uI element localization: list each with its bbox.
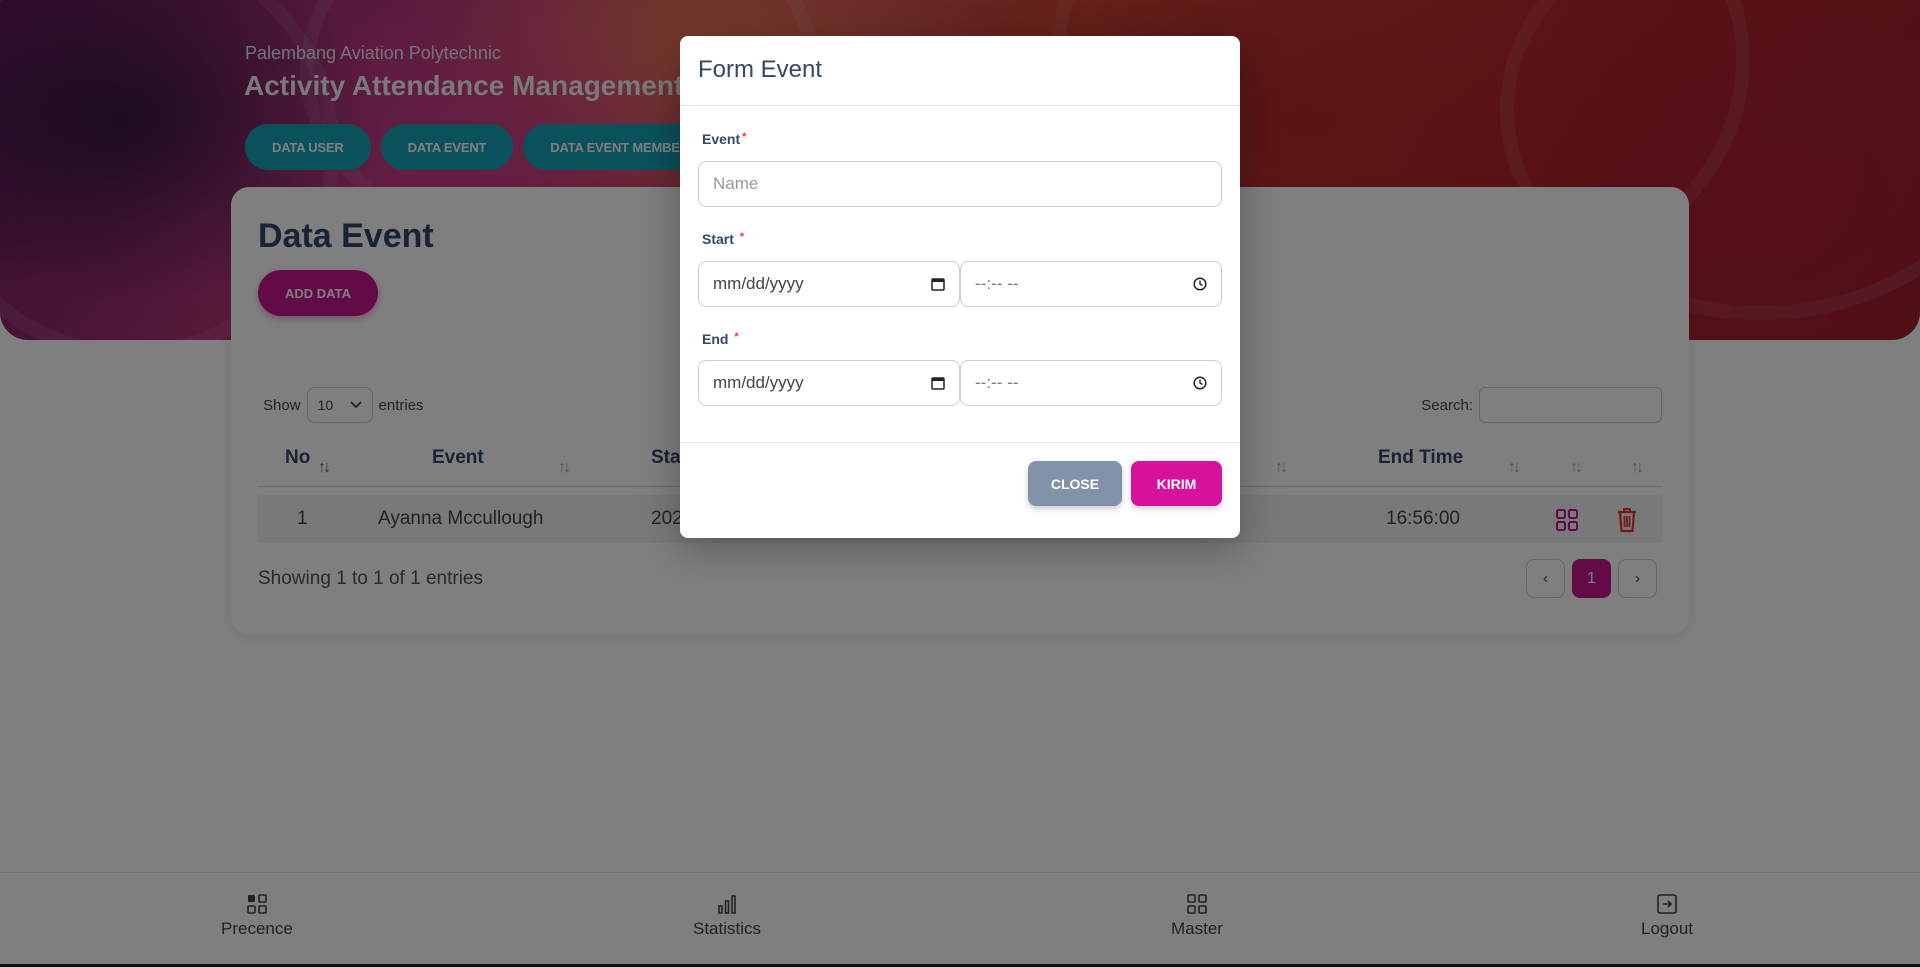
calendar-icon[interactable] [931, 277, 945, 291]
form-event-modal: Form Event Event * Name Start * mm/dd/yyy… [680, 36, 1240, 538]
start-time-input[interactable]: --:-- -- [960, 261, 1222, 307]
start-label-text: Start [702, 231, 734, 247]
start-time-placeholder: --:-- -- [975, 274, 1019, 293]
submit-button[interactable]: KIRIM [1131, 461, 1222, 506]
end-label: End * [702, 331, 739, 347]
event-label: Event * [702, 131, 746, 147]
clock-icon[interactable] [1193, 277, 1207, 291]
calendar-icon[interactable] [931, 376, 945, 390]
event-name-input[interactable]: Name [698, 161, 1222, 207]
end-time-placeholder: --:-- -- [975, 373, 1019, 392]
end-label-text: End [702, 331, 729, 347]
required-mark: * [734, 331, 739, 343]
clock-icon[interactable] [1193, 376, 1207, 390]
close-button[interactable]: CLOSE [1028, 461, 1122, 506]
end-time-input[interactable]: --:-- -- [960, 360, 1222, 406]
start-date-input[interactable]: mm/dd/yyyy [698, 261, 960, 307]
event-label-text: Event [702, 131, 741, 147]
end-date-input[interactable]: mm/dd/yyyy [698, 360, 960, 406]
modal-title: Form Event [698, 56, 823, 83]
end-date-placeholder: mm/dd/yyyy [713, 373, 804, 392]
required-mark: * [742, 131, 747, 143]
start-date-placeholder: mm/dd/yyyy [713, 274, 804, 293]
start-label: Start * [702, 231, 744, 247]
modal-header: Form Event [680, 36, 1240, 106]
required-mark: * [739, 231, 745, 243]
